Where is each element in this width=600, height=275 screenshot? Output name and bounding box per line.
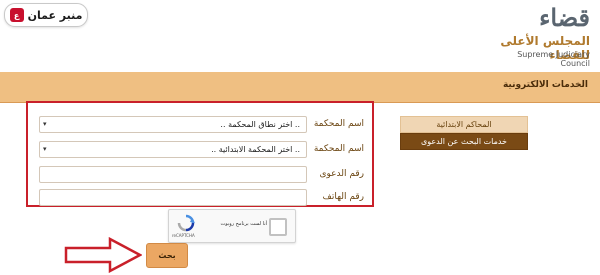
case-number-label: رقم الدعوى <box>319 169 364 179</box>
side-menu: المحاكم الابتدائية خدمات البحث عن الدعوى <box>400 116 528 150</box>
court-logo-mark: قضاء <box>539 3 590 32</box>
court-scope-select[interactable]: ▾ .. اختر نطاق المحكمة .. <box>39 116 307 133</box>
recaptcha-brand: reCAPTCHA <box>172 233 195 238</box>
menu-item-primary-courts[interactable]: المحاكم الابتدائية <box>400 116 528 133</box>
chevron-down-icon: ▾ <box>43 120 47 128</box>
phone-number-input[interactable] <box>39 189 307 206</box>
site-logo[interactable]: ع منبر عمان <box>4 3 88 27</box>
primary-court-select[interactable]: ▾ .. اختر المحكمة الابتدائية .. <box>39 141 307 158</box>
site-brand-name: منبر عمان <box>27 8 83 22</box>
services-banner: الخدمات الالكترونية <box>0 72 600 103</box>
banner-title: الخدمات الالكترونية <box>502 80 588 90</box>
recaptcha-checkbox[interactable] <box>269 218 287 236</box>
court-scope-label: اسم المحكمة <box>313 119 364 129</box>
court-logo[interactable]: قضاء المجلس الأعلى للقضاء Supreme Judici… <box>486 3 590 69</box>
primary-court-label: اسم المحكمة <box>313 144 364 154</box>
case-number-row: رقم الدعوى <box>39 166 366 186</box>
court-name-english: Supreme Judiciary Council <box>517 50 590 68</box>
phone-number-row: رقم الهاتف <box>39 189 366 209</box>
chevron-down-icon: ▾ <box>43 145 47 153</box>
recaptcha-widget: أنا لست برنامج روبوت reCAPTCHA <box>168 209 296 243</box>
case-number-input[interactable] <box>39 166 307 183</box>
search-button[interactable]: بحث <box>146 243 188 268</box>
primary-court-row: ▾ .. اختر المحكمة الابتدائية .. اسم المح… <box>39 141 366 161</box>
search-form: ▾ .. اختر نطاق المحكمة .. اسم المحكمة ▾ … <box>26 101 374 207</box>
menu-item-case-search[interactable]: خدمات البحث عن الدعوى <box>400 133 528 150</box>
recaptcha-logo-icon <box>177 214 195 232</box>
oman-logo-icon: ع <box>9 8 24 22</box>
court-scope-row: ▾ .. اختر نطاق المحكمة .. اسم المحكمة <box>39 116 366 136</box>
phone-number-label: رقم الهاتف <box>322 192 364 202</box>
recaptcha-label: أنا لست برنامج روبوت <box>220 221 267 227</box>
arrow-right-icon <box>64 237 142 273</box>
